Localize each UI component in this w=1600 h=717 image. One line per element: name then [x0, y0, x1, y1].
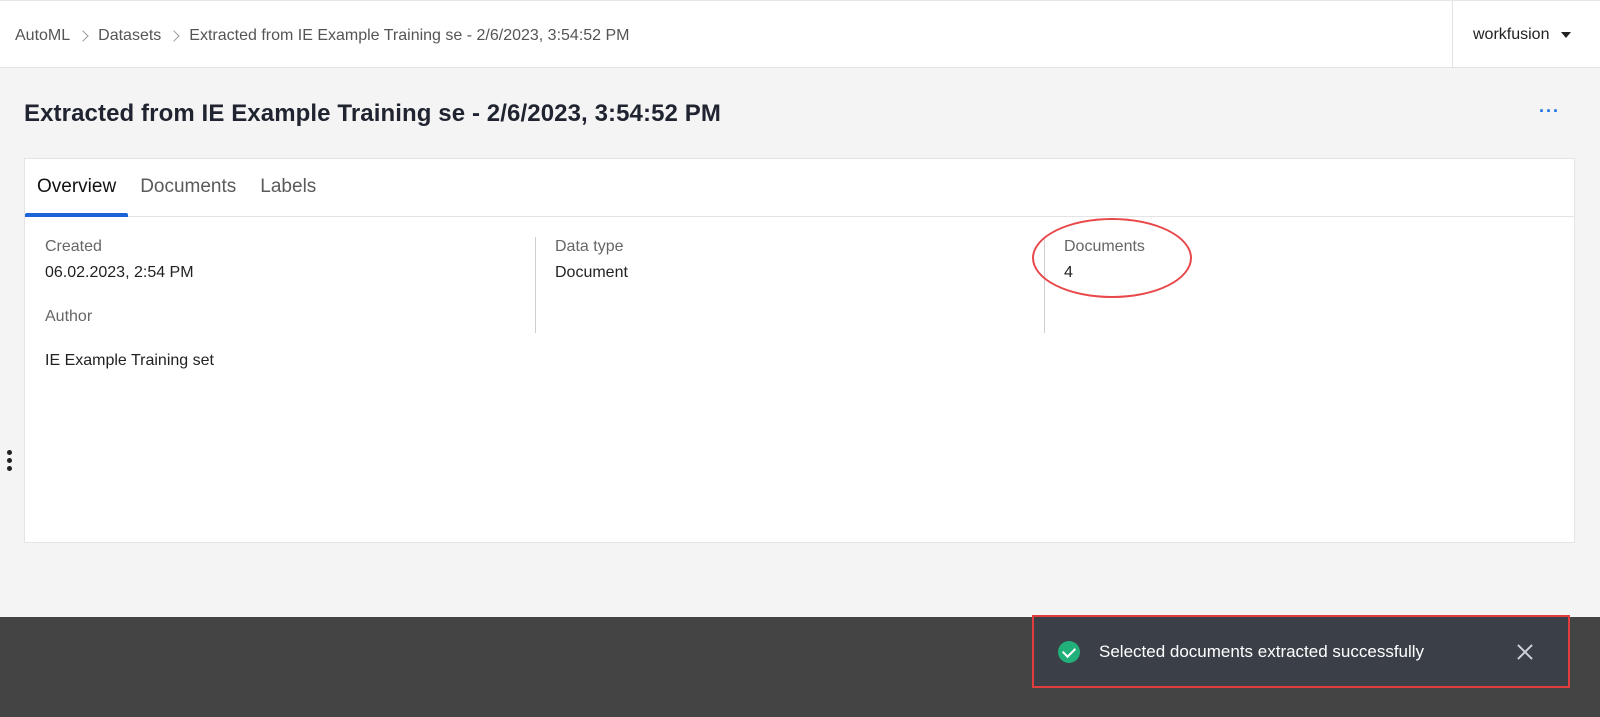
chevron-right-icon [168, 30, 180, 42]
tab-bar: Overview Documents Labels [25, 159, 1574, 217]
breadcrumb-current: Extracted from IE Example Training se - … [189, 27, 630, 44]
created-value: 06.02.2023, 2:54 PM [45, 264, 194, 281]
author-value: IE Example Training set [45, 352, 214, 369]
user-name: workfusion [1473, 25, 1550, 43]
datatype-value: Document [555, 264, 628, 281]
caret-down-icon [1561, 31, 1572, 38]
breadcrumb: AutoML Datasets Extracted from IE Exampl… [15, 27, 630, 45]
page-title: Extracted from IE Example Training se - … [24, 100, 721, 127]
close-icon[interactable] [1516, 643, 1534, 661]
check-circle-icon [1058, 640, 1080, 663]
breadcrumb-datasets[interactable]: Datasets [98, 27, 161, 45]
breadcrumb-automl[interactable]: AutoML [15, 27, 70, 45]
datatype-label: Data type [555, 238, 624, 255]
column-divider [535, 237, 536, 333]
more-options-button[interactable]: ··· [1539, 101, 1560, 122]
created-section: Created 06.02.2023, 2:54 PM Author IE Ex… [45, 238, 214, 370]
annotation-circle [1032, 218, 1192, 298]
tab-overview[interactable]: Overview [25, 158, 129, 217]
top-header: AutoML Datasets Extracted from IE Exampl… [0, 0, 1600, 68]
tab-labels[interactable]: Labels [248, 158, 328, 216]
dot [7, 458, 12, 463]
drag-handle-icon[interactable] [7, 450, 13, 471]
success-toast: Selected documents extracted successfull… [1032, 615, 1570, 688]
toast-message: Selected documents extracted successfull… [1099, 641, 1425, 661]
dot [7, 466, 12, 471]
created-label: Created [45, 238, 102, 255]
author-label: Author [45, 308, 93, 325]
tab-documents[interactable]: Documents [128, 158, 248, 216]
dot [7, 450, 12, 455]
user-menu[interactable]: workfusion [1452, 1, 1600, 68]
datatype-section: Data type Document [555, 238, 628, 282]
dataset-card: Overview Documents Labels Created 06.02.… [24, 158, 1575, 543]
chevron-right-icon [77, 30, 89, 42]
